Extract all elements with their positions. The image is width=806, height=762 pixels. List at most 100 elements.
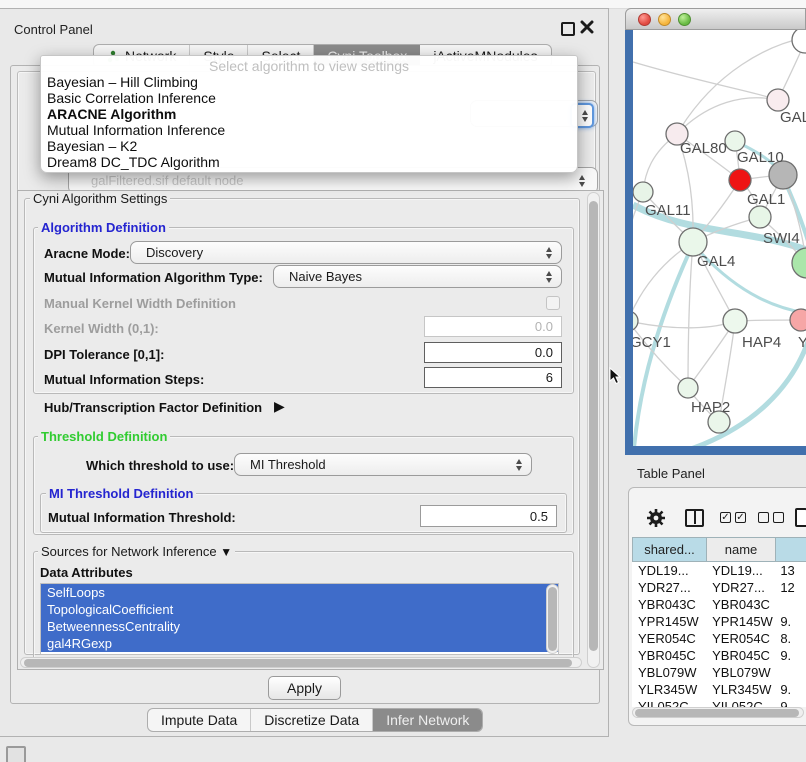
mi-threshold-input[interactable]: 0.5	[420, 505, 557, 527]
algorithm-dropdown-list: Select algorithm to view settings Bayesi…	[40, 55, 578, 173]
sources-title: Sources for Network Inference ▼	[38, 544, 235, 559]
zoom-traffic-light[interactable]	[678, 13, 691, 26]
network-node[interactable]	[749, 206, 771, 228]
split-columns-icon[interactable]	[685, 509, 704, 527]
table-cell: YPR145W	[632, 613, 706, 630]
data-attributes-label: Data Attributes	[40, 565, 133, 580]
manual-kernel-width-checkbox[interactable]	[546, 296, 560, 310]
table-cell: YLR345W	[706, 681, 774, 698]
attribute-list-item[interactable]: SelfLoops	[41, 584, 558, 601]
settings-horizontal-scrollbar[interactable]	[20, 657, 582, 668]
network-node[interactable]	[725, 131, 745, 151]
attributes-list-scrollbar[interactable]	[546, 584, 559, 654]
which-threshold-combobox[interactable]: MI Threshold	[234, 453, 532, 476]
dropdown-item[interactable]: Bayesian – Hill Climbing	[41, 74, 577, 90]
dropdown-item[interactable]: ARACNE Algorithm	[41, 106, 577, 122]
table-cell: YDL19...	[632, 562, 706, 579]
table-row[interactable]: YBR045CYBR045C9.	[632, 647, 806, 664]
network-node[interactable]	[792, 248, 806, 278]
table-header-row: shared...name	[632, 537, 806, 562]
dropdown-item[interactable]: Bayesian – K2	[41, 138, 577, 154]
table-cell: YDL19...	[706, 562, 774, 579]
hide-panel-icon[interactable]	[6, 746, 26, 762]
dropdown-placeholder: Select algorithm to view settings	[41, 56, 577, 74]
network-node[interactable]	[633, 311, 638, 331]
bottom-tab-infer-network[interactable]: Infer Network	[373, 709, 482, 731]
network-node-label: GAL1	[747, 191, 785, 208]
table-cell: 9.	[774, 681, 806, 698]
sources-title-text: Sources for Network Inference	[41, 544, 217, 559]
network-node[interactable]	[729, 169, 751, 191]
dropdown-item[interactable]: Mutual Information Inference	[41, 122, 577, 138]
table-row[interactable]: YBR043CYBR043C	[632, 596, 806, 613]
dropdown-item[interactable]: Dream8 DC_TDC Algorithm	[41, 154, 577, 170]
table-cell: YDR27...	[632, 579, 706, 596]
attribute-list-item[interactable]: TopologicalCoefficient	[41, 601, 558, 618]
table-cell: YER054C	[706, 630, 774, 647]
mi-threshold-label: Mutual Information Threshold:	[48, 510, 236, 525]
network-node[interactable]	[767, 89, 789, 111]
network-node[interactable]	[678, 378, 698, 398]
table-cell: 13	[774, 562, 806, 579]
kernel-width-input[interactable]: 0.0	[424, 316, 562, 337]
threshold-definition-title: Threshold Definition	[38, 429, 170, 444]
network-node-label: HAP4	[742, 334, 781, 351]
kernel-width-label: Kernel Width (0,1):	[44, 321, 159, 336]
expand-right-icon[interactable]: ▶	[274, 398, 285, 415]
aracne-mode-combobox[interactable]: Discovery	[130, 241, 562, 264]
minimize-traffic-light[interactable]	[658, 13, 671, 26]
table-row[interactable]: YBL079WYBL079W	[632, 664, 806, 681]
data-attributes-list: SelfLoopsTopologicalCoefficientBetweenne…	[40, 583, 559, 655]
table-horizontal-scrollbar[interactable]	[632, 707, 804, 718]
apply-button[interactable]: Apply	[268, 676, 341, 700]
select-all-checkboxes-icon[interactable]: ✓ ✓	[720, 512, 746, 523]
mouse-cursor	[609, 367, 623, 385]
network-window-frame	[625, 446, 806, 455]
network-edge	[688, 336, 806, 446]
float-window-icon[interactable]	[561, 22, 575, 36]
network-node[interactable]	[792, 30, 806, 53]
collapse-down-icon[interactable]: ▼	[220, 545, 232, 559]
attribute-list-item[interactable]: gal4RGexp	[41, 635, 558, 652]
table-row[interactable]: YIL052CYIL052C9	[632, 698, 806, 707]
close-icon[interactable]	[580, 20, 594, 34]
network-node-label: GCY1	[633, 334, 671, 351]
table-cell: YPR145W	[706, 613, 774, 630]
close-traffic-light[interactable]	[638, 13, 651, 26]
table-cell: YER054C	[632, 630, 706, 647]
dpi-tolerance-input[interactable]: 0.0	[424, 342, 562, 363]
attribute-list-item[interactable]: BetweennessCentrality	[41, 618, 558, 635]
deselect-all-checkboxes-icon[interactable]	[758, 512, 784, 523]
column-header[interactable]: shared...	[632, 537, 707, 562]
dropdown-item[interactable]: Basic Correlation Inference	[41, 90, 577, 106]
table-cell: YBL079W	[706, 664, 774, 681]
network-window-titlebar[interactable]	[625, 8, 806, 30]
gear-icon[interactable]	[646, 508, 666, 528]
network-node[interactable]	[633, 182, 653, 202]
network-node[interactable]	[723, 309, 747, 333]
network-edge	[633, 242, 693, 321]
table-row[interactable]: YLR345WYLR345W9.	[632, 681, 806, 698]
table-row[interactable]: YER054CYER054C8.	[632, 630, 806, 647]
control-panel-title: Control Panel	[14, 22, 93, 37]
bottom-tab-impute-data[interactable]: Impute Data	[148, 709, 251, 731]
network-canvas[interactable]: GALGAL80GAL10GAL1GAL11SWI4GAL4GCY1HAP4YH…	[633, 30, 806, 446]
table-cell: YLR345W	[632, 681, 706, 698]
mi-algorithm-type-combobox[interactable]: Naive Bayes	[273, 265, 562, 288]
network-node[interactable]	[790, 309, 806, 331]
hub-definition-label: Hub/Transcription Factor Definition	[44, 400, 262, 415]
network-node-label: GAL4	[697, 253, 735, 270]
which-threshold-value: MI Threshold	[250, 457, 326, 472]
new-table-icon[interactable]	[795, 508, 806, 527]
network-node[interactable]	[679, 228, 707, 256]
manual-kernel-width-label: Manual Kernel Width Definition	[44, 296, 236, 311]
column-header[interactable]: name	[707, 537, 776, 562]
bottom-tab-discretize-data[interactable]: Discretize Data	[251, 709, 373, 731]
settings-vertical-scrollbar[interactable]	[587, 192, 600, 668]
mi-steps-label: Mutual Information Steps:	[44, 372, 204, 387]
table-row[interactable]: YPR145WYPR145W9.	[632, 613, 806, 630]
table-row[interactable]: YDR27...YDR27...12	[632, 579, 806, 596]
column-header[interactable]	[776, 537, 806, 562]
table-row[interactable]: YDL19...YDL19...13	[632, 562, 806, 579]
mi-steps-input[interactable]: 6	[424, 367, 562, 388]
